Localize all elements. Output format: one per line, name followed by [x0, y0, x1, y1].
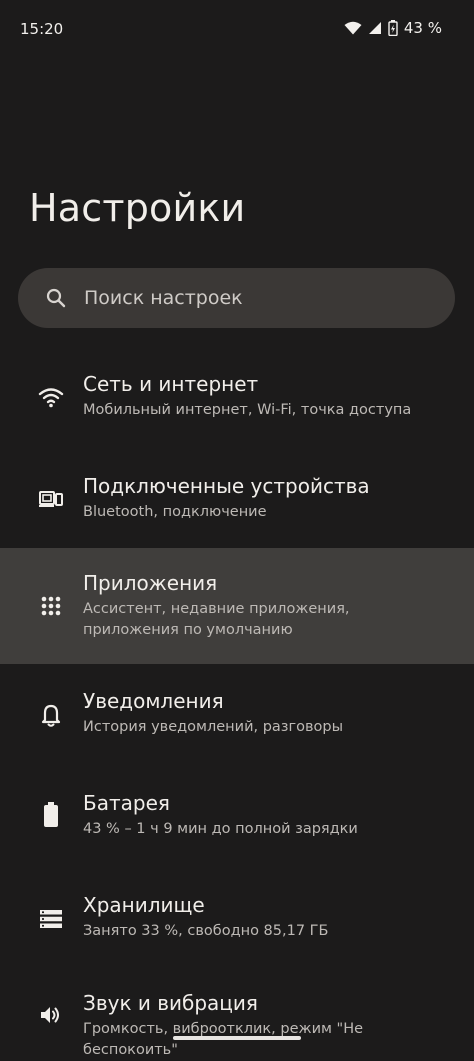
apps-grid-icon [38, 593, 64, 619]
settings-item-title: Батарея [83, 791, 170, 815]
home-indicator[interactable] [173, 1036, 301, 1040]
settings-item-title: Приложения [83, 571, 218, 595]
wifi-icon [344, 21, 362, 35]
settings-item-subtitle: Ассистент, недавние приложения, приложен… [83, 601, 350, 638]
settings-item-subtitle: Bluetooth, подключение [83, 504, 267, 520]
signal-icon [368, 21, 382, 35]
settings-item-title: Подключенные устройства [83, 474, 370, 498]
search-icon [44, 286, 68, 310]
volume-icon [38, 1002, 64, 1028]
settings-item-subtitle: История уведомлений, разговоры [83, 719, 344, 735]
settings-item-subtitle: Громкость, виброотклик, режим "Не беспок… [83, 1021, 364, 1058]
status-time: 15:20 [20, 20, 64, 38]
page-title: Настройки [29, 186, 246, 230]
connected-devices-icon [38, 486, 64, 512]
settings-item-network[interactable]: Сеть и интернет Мобильный интернет, Wi‑F… [0, 350, 474, 450]
settings-item-notifications[interactable]: Уведомления История уведомлений, разгово… [0, 664, 474, 764]
search-input[interactable] [84, 287, 414, 309]
status-bar: 15:20 43 % [0, 0, 474, 60]
settings-item-subtitle: 43 % – 1 ч 9 мин до полной зарядки [83, 821, 358, 837]
settings-item-title: Уведомления [83, 689, 224, 713]
settings-item-subtitle: Занято 33 %, свободно 85,17 ГБ [83, 923, 329, 939]
battery-percent: 43 % [403, 19, 442, 37]
settings-item-connected-devices[interactable]: Подключенные устройства Bluetooth, подкл… [0, 450, 474, 550]
wifi-icon [38, 384, 64, 410]
storage-icon [38, 906, 64, 932]
settings-item-title: Хранилище [83, 893, 205, 917]
settings-item-storage[interactable]: Хранилище Занято 33 %, свободно 85,17 ГБ [0, 866, 474, 966]
search-bar[interactable] [18, 268, 455, 328]
battery-icon [38, 802, 64, 828]
settings-item-battery[interactable]: Батарея 43 % – 1 ч 9 мин до полной заряд… [0, 764, 474, 866]
bell-icon [38, 703, 64, 729]
status-icons: 43 % [344, 19, 442, 37]
battery-charging-icon [388, 20, 398, 36]
settings-item-subtitle: Мобильный интернет, Wi‑Fi, точка доступа [83, 402, 412, 418]
settings-item-title: Сеть и интернет [83, 372, 259, 396]
settings-item-title: Звук и вибрация [83, 991, 258, 1015]
settings-item-apps[interactable]: Приложения Ассистент, недавние приложени… [0, 548, 474, 664]
